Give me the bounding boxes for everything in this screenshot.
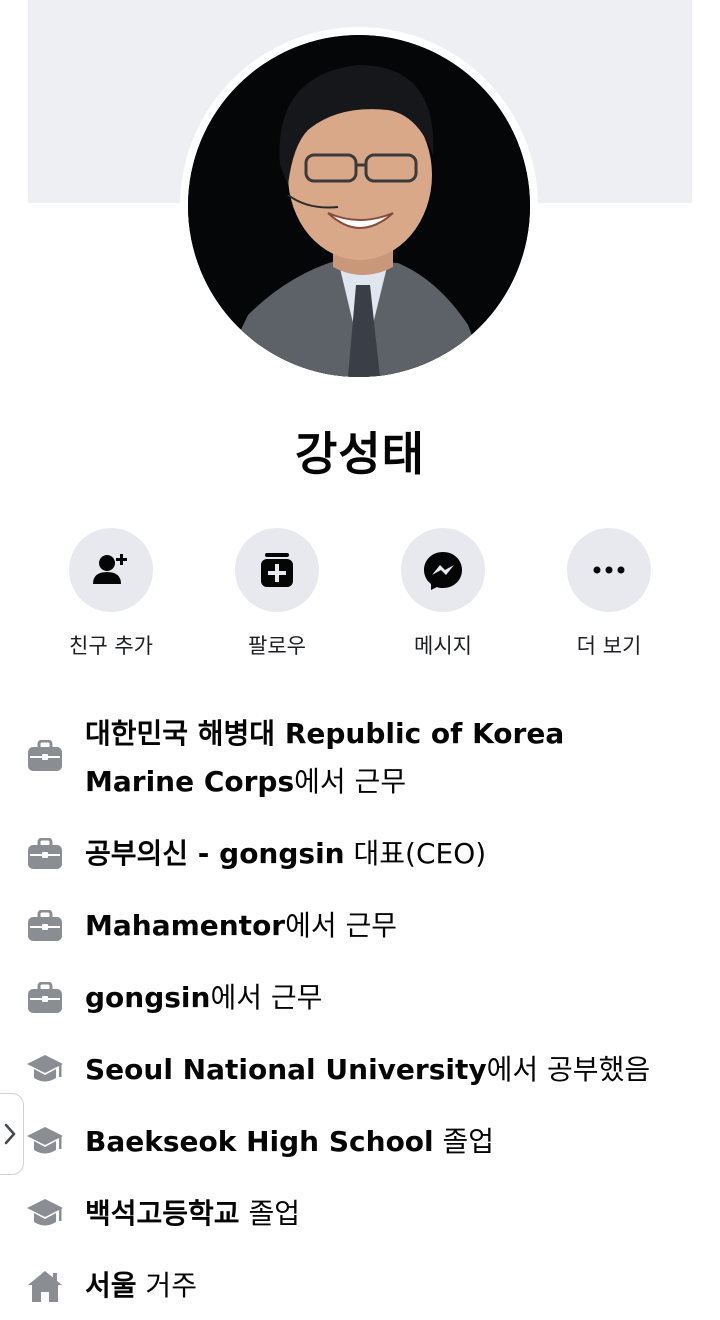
follow-button[interactable]: 팔로우 [202, 528, 352, 660]
chevron-right-icon [4, 1123, 16, 1145]
more-icon [593, 566, 625, 574]
school-name: Seoul National University [85, 1053, 487, 1086]
workplace-name: gongsin [85, 981, 211, 1014]
profile-name: 강성태 [295, 427, 425, 481]
more-label: 더 보기 [576, 634, 642, 658]
profile-actions: 친구 추가 팔로우 메시지 더 보기 [0, 528, 720, 668]
follow-circle [235, 528, 319, 612]
school-name: Baekseok High School [85, 1125, 434, 1158]
message-button[interactable]: 메시지 [368, 528, 518, 660]
info-text: 공부의신 - gongsin 대표(CEO) [85, 830, 605, 878]
briefcase-icon [26, 737, 64, 775]
more-circle [567, 528, 651, 612]
info-text: Seoul National University에서 공부했음 [85, 1046, 705, 1094]
info-text: gongsin에서 근무 [85, 974, 605, 1022]
side-panel-handle[interactable] [0, 1093, 24, 1175]
info-item-education[interactable]: Seoul National University에서 공부했음 [0, 1046, 720, 1094]
info-text: Mahamentor에서 근무 [85, 902, 605, 950]
message-label: 메시지 [414, 634, 472, 658]
more-button[interactable]: 더 보기 [534, 528, 684, 660]
briefcase-icon [26, 907, 64, 945]
info-suffix: 에서 근무 [294, 765, 407, 798]
add-friend-icon [93, 554, 127, 584]
workplace-name: 공부의신 - gongsin [85, 837, 345, 870]
info-item-work[interactable]: 대한민국 해병대 Republic of Korea Marine Corps에… [0, 712, 720, 812]
graduation-cap-icon [26, 1123, 64, 1161]
info-item-work[interactable]: 공부의신 - gongsin 대표(CEO) [0, 830, 720, 878]
add-friend-label: 친구 추가 [69, 634, 153, 658]
info-suffix: 에서 근무 [285, 909, 398, 942]
city-name: 서울 [85, 1269, 137, 1302]
home-icon [26, 1267, 64, 1305]
messenger-icon [424, 552, 462, 590]
follow-icon [261, 553, 293, 587]
follow-label: 팔로우 [248, 634, 306, 658]
info-item-education[interactable]: 백석고등학교 졸업 [0, 1190, 720, 1238]
workplace-name: Mahamentor [85, 909, 286, 942]
school-name: 백석고등학교 [85, 1197, 240, 1230]
info-item-residence[interactable]: 서울 거주 [0, 1262, 720, 1310]
info-text: Baekseok High School 졸업 [85, 1118, 605, 1166]
info-suffix: 대표(CEO) [344, 837, 487, 870]
info-text: 서울 거주 [85, 1262, 605, 1310]
info-item-education[interactable]: Baekseok High School 졸업 [0, 1118, 720, 1166]
info-text: 백석고등학교 졸업 [85, 1190, 605, 1238]
profile-photo-illustration [188, 35, 530, 377]
info-suffix: 에서 근무 [210, 981, 323, 1014]
info-item-work[interactable]: gongsin에서 근무 [0, 974, 720, 1022]
message-circle [401, 528, 485, 612]
info-suffix: 에서 공부했음 [486, 1053, 651, 1086]
graduation-cap-icon [26, 1195, 64, 1233]
add-friend-circle [69, 528, 153, 612]
info-text: 대한민국 해병대 Republic of Korea Marine Corps에… [85, 710, 605, 806]
briefcase-icon [26, 979, 64, 1017]
info-item-work[interactable]: Mahamentor에서 근무 [0, 902, 720, 950]
graduation-cap-icon [26, 1051, 64, 1089]
info-suffix: 거주 [136, 1269, 197, 1302]
briefcase-icon [26, 835, 64, 873]
info-suffix: 졸업 [433, 1125, 495, 1158]
profile-avatar[interactable] [188, 35, 530, 377]
info-suffix: 졸업 [239, 1197, 300, 1230]
add-friend-button[interactable]: 친구 추가 [36, 528, 186, 660]
